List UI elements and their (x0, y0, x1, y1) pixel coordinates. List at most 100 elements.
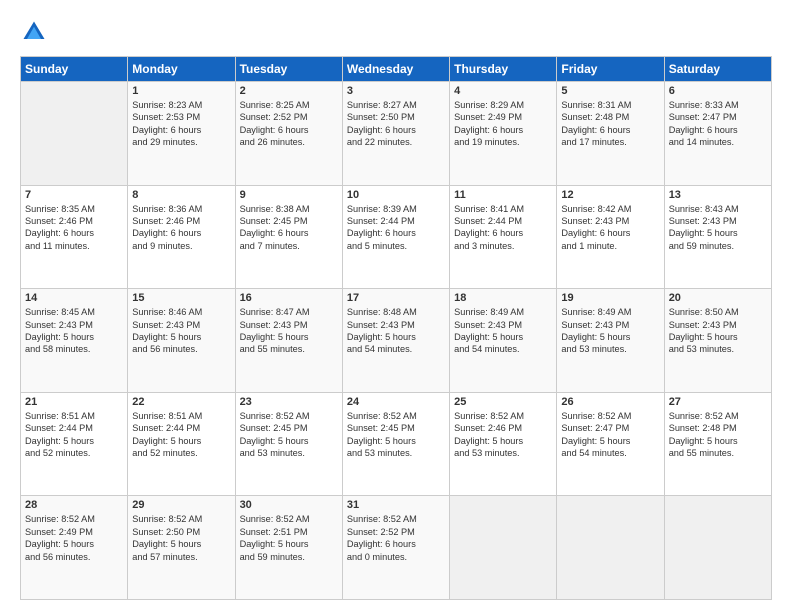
calendar-cell: 31Sunrise: 8:52 AMSunset: 2:52 PMDayligh… (342, 496, 449, 600)
day-info: Sunrise: 8:52 AMSunset: 2:45 PMDaylight:… (347, 410, 445, 460)
calendar-cell: 7 Sunrise: 8:35 AMSunset: 2:46 PMDaylight… (21, 185, 128, 289)
day-info: Sunrise: 8:45 AMSunset: 2:43 PMDaylight:… (25, 306, 123, 356)
day-info: Sunrise: 8:51 AMSunset: 2:44 PMDaylight:… (132, 410, 230, 460)
day-info: Sunrise: 8:52 AMSunset: 2:45 PMDaylight:… (240, 410, 338, 460)
day-number: 3 (347, 85, 445, 97)
day-number: 21 (25, 396, 123, 408)
day-info: Sunrise: 8:51 AMSunset: 2:44 PMDaylight:… (25, 410, 123, 460)
page-header (20, 18, 772, 46)
calendar-week-4: 21 Sunrise: 8:51 AMSunset: 2:44 PMDayligh… (21, 392, 772, 496)
calendar-cell: 13Sunrise: 8:43 AMSunset: 2:43 PMDayligh… (664, 185, 771, 289)
day-info: Sunrise: 8:52 AMSunset: 2:49 PMDaylight:… (25, 513, 123, 563)
day-info: Sunrise: 8:31 AMSunset: 2:48 PMDaylight:… (561, 99, 659, 149)
calendar-week-1: 1 Sunrise: 8:23 AMSunset: 2:53 PMDaylight… (21, 82, 772, 186)
header-wednesday: Wednesday (342, 57, 449, 82)
day-info: Sunrise: 8:52 AMSunset: 2:50 PMDaylight:… (132, 513, 230, 563)
day-info: Sunrise: 8:52 AMSunset: 2:47 PMDaylight:… (561, 410, 659, 460)
calendar-cell: 11 Sunrise: 8:41 AMSunset: 2:44 PMDayligh… (450, 185, 557, 289)
day-number: 5 (561, 85, 659, 97)
day-info: Sunrise: 8:49 AMSunset: 2:43 PMDaylight:… (454, 306, 552, 356)
day-number: 17 (347, 292, 445, 304)
day-number: 27 (669, 396, 767, 408)
calendar-cell (664, 496, 771, 600)
calendar-week-3: 14Sunrise: 8:45 AMSunset: 2:43 PMDayligh… (21, 289, 772, 393)
calendar-cell: 29 Sunrise: 8:52 AMSunset: 2:50 PMDayligh… (128, 496, 235, 600)
header-monday: Monday (128, 57, 235, 82)
day-info: Sunrise: 8:36 AMSunset: 2:46 PMDaylight:… (132, 203, 230, 253)
calendar-cell: 6 Sunrise: 8:33 AMSunset: 2:47 PMDaylight… (664, 82, 771, 186)
calendar-cell (557, 496, 664, 600)
day-number: 18 (454, 292, 552, 304)
calendar-week-5: 28Sunrise: 8:52 AMSunset: 2:49 PMDayligh… (21, 496, 772, 600)
day-info: Sunrise: 8:42 AMSunset: 2:43 PMDaylight:… (561, 203, 659, 253)
day-number: 16 (240, 292, 338, 304)
calendar-cell: 24 Sunrise: 8:52 AMSunset: 2:45 PMDayligh… (342, 392, 449, 496)
day-number: 11 (454, 189, 552, 201)
logo (20, 18, 52, 46)
day-info: Sunrise: 8:25 AMSunset: 2:52 PMDaylight:… (240, 99, 338, 149)
day-number: 8 (132, 189, 230, 201)
calendar-cell: 10 Sunrise: 8:39 AMSunset: 2:44 PMDayligh… (342, 185, 449, 289)
calendar-cell: 25Sunrise: 8:52 AMSunset: 2:46 PMDayligh… (450, 392, 557, 496)
calendar-table: SundayMondayTuesdayWednesdayThursdayFrid… (20, 56, 772, 600)
day-number: 1 (132, 85, 230, 97)
day-info: Sunrise: 8:41 AMSunset: 2:44 PMDaylight:… (454, 203, 552, 253)
calendar-cell: 30 Sunrise: 8:52 AMSunset: 2:51 PMDayligh… (235, 496, 342, 600)
day-info: Sunrise: 8:48 AMSunset: 2:43 PMDaylight:… (347, 306, 445, 356)
calendar-cell: 8 Sunrise: 8:36 AMSunset: 2:46 PMDaylight… (128, 185, 235, 289)
day-number: 7 (25, 189, 123, 201)
day-number: 20 (669, 292, 767, 304)
header-sunday: Sunday (21, 57, 128, 82)
day-info: Sunrise: 8:33 AMSunset: 2:47 PMDaylight:… (669, 99, 767, 149)
calendar-cell: 16 Sunrise: 8:47 AMSunset: 2:43 PMDayligh… (235, 289, 342, 393)
day-number: 10 (347, 189, 445, 201)
day-number: 9 (240, 189, 338, 201)
calendar-cell: 22Sunrise: 8:51 AMSunset: 2:44 PMDayligh… (128, 392, 235, 496)
calendar-cell: 20Sunrise: 8:50 AMSunset: 2:43 PMDayligh… (664, 289, 771, 393)
day-number: 2 (240, 85, 338, 97)
calendar-cell: 19 Sunrise: 8:49 AMSunset: 2:43 PMDayligh… (557, 289, 664, 393)
calendar-header-row: SundayMondayTuesdayWednesdayThursdayFrid… (21, 57, 772, 82)
day-number: 12 (561, 189, 659, 201)
calendar-cell: 27 Sunrise: 8:52 AMSunset: 2:48 PMDayligh… (664, 392, 771, 496)
day-number: 24 (347, 396, 445, 408)
calendar-cell: 4 Sunrise: 8:29 AMSunset: 2:49 PMDaylight… (450, 82, 557, 186)
calendar-cell: 26 Sunrise: 8:52 AMSunset: 2:47 PMDayligh… (557, 392, 664, 496)
calendar-cell (21, 82, 128, 186)
calendar-cell: 9 Sunrise: 8:38 AMSunset: 2:45 PMDaylight… (235, 185, 342, 289)
day-info: Sunrise: 8:23 AMSunset: 2:53 PMDaylight:… (132, 99, 230, 149)
calendar-cell: 1 Sunrise: 8:23 AMSunset: 2:53 PMDaylight… (128, 82, 235, 186)
day-number: 19 (561, 292, 659, 304)
day-number: 26 (561, 396, 659, 408)
day-info: Sunrise: 8:52 AMSunset: 2:46 PMDaylight:… (454, 410, 552, 460)
day-number: 6 (669, 85, 767, 97)
day-number: 23 (240, 396, 338, 408)
day-info: Sunrise: 8:27 AMSunset: 2:50 PMDaylight:… (347, 99, 445, 149)
day-info: Sunrise: 8:38 AMSunset: 2:45 PMDaylight:… (240, 203, 338, 253)
day-info: Sunrise: 8:46 AMSunset: 2:43 PMDaylight:… (132, 306, 230, 356)
calendar-page: SundayMondayTuesdayWednesdayThursdayFrid… (0, 0, 792, 612)
calendar-cell: 18 Sunrise: 8:49 AMSunset: 2:43 PMDayligh… (450, 289, 557, 393)
calendar-week-2: 7 Sunrise: 8:35 AMSunset: 2:46 PMDaylight… (21, 185, 772, 289)
calendar-cell: 2 Sunrise: 8:25 AMSunset: 2:52 PMDaylight… (235, 82, 342, 186)
day-number: 29 (132, 499, 230, 511)
header-tuesday: Tuesday (235, 57, 342, 82)
day-info: Sunrise: 8:49 AMSunset: 2:43 PMDaylight:… (561, 306, 659, 356)
day-number: 15 (132, 292, 230, 304)
day-number: 4 (454, 85, 552, 97)
day-info: Sunrise: 8:52 AMSunset: 2:51 PMDaylight:… (240, 513, 338, 563)
calendar-cell: 23 Sunrise: 8:52 AMSunset: 2:45 PMDayligh… (235, 392, 342, 496)
day-info: Sunrise: 8:39 AMSunset: 2:44 PMDaylight:… (347, 203, 445, 253)
day-info: Sunrise: 8:29 AMSunset: 2:49 PMDaylight:… (454, 99, 552, 149)
day-info: Sunrise: 8:52 AMSunset: 2:48 PMDaylight:… (669, 410, 767, 460)
header-saturday: Saturday (664, 57, 771, 82)
calendar-cell: 3 Sunrise: 8:27 AMSunset: 2:50 PMDaylight… (342, 82, 449, 186)
day-info: Sunrise: 8:35 AMSunset: 2:46 PMDaylight:… (25, 203, 123, 253)
calendar-cell: 17 Sunrise: 8:48 AMSunset: 2:43 PMDayligh… (342, 289, 449, 393)
logo-icon (20, 18, 48, 46)
header-friday: Friday (557, 57, 664, 82)
day-info: Sunrise: 8:47 AMSunset: 2:43 PMDaylight:… (240, 306, 338, 356)
header-thursday: Thursday (450, 57, 557, 82)
day-number: 30 (240, 499, 338, 511)
calendar-cell: 5 Sunrise: 8:31 AMSunset: 2:48 PMDaylight… (557, 82, 664, 186)
